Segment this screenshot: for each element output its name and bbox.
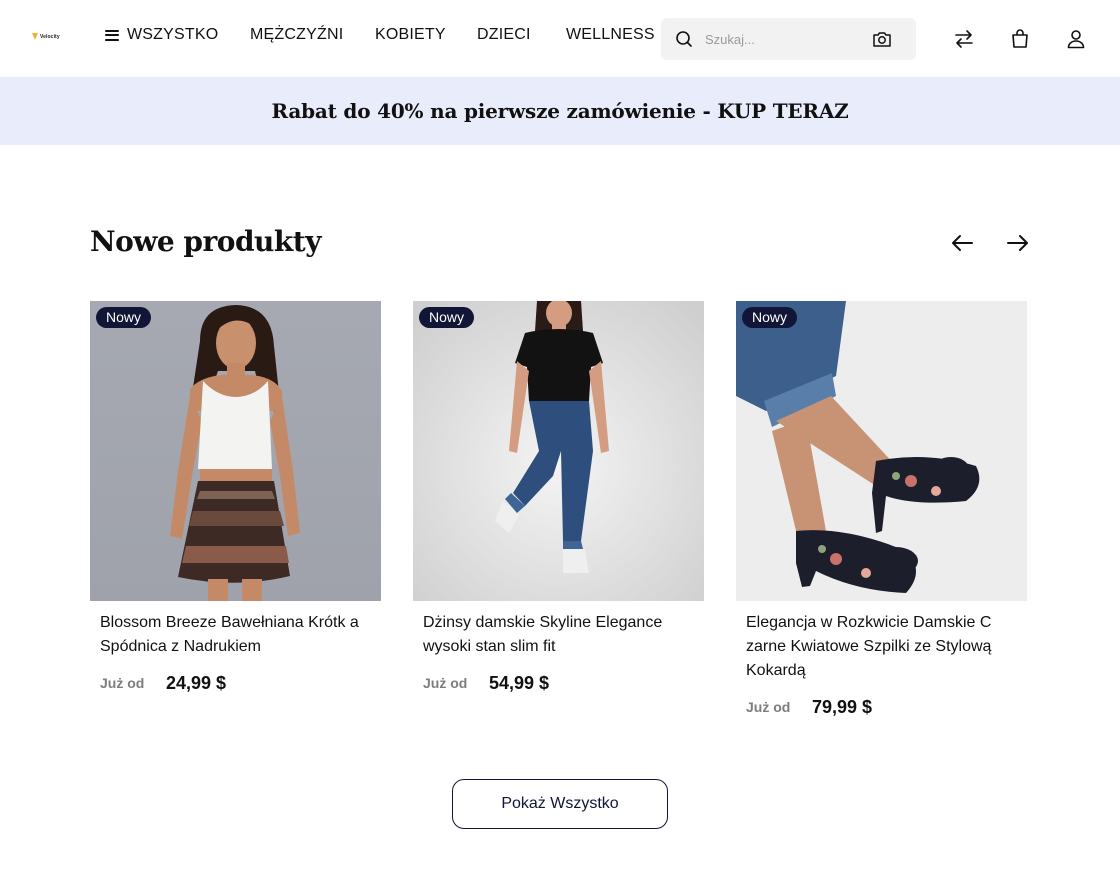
product-name[interactable]: Blossom Breeze Bawełniana Krótk a Spódni… [100,611,380,659]
price-prefix: Już od [423,675,468,691]
product-image[interactable]: Nowy [736,301,1027,601]
nav-label: WSZYSTKO [127,26,219,43]
logo[interactable]: Velocity [32,33,60,40]
user-icon[interactable] [1064,27,1088,51]
search-icon[interactable] [675,30,693,48]
product-photo-skirt [90,301,381,601]
shopping-bag-icon[interactable] [1008,27,1032,51]
product-image[interactable]: Nowy [90,301,381,601]
product-card[interactable]: Nowy Dżinsy damskie Skyline Elegance wys… [413,301,704,693]
promo-text: Rabat do 40% na pierwsze zamówienie - KU… [271,99,849,123]
product-name[interactable]: Elegancja w Rozkwicie Damskie C zarne Kw… [746,611,1026,683]
compare-icon[interactable] [952,27,976,51]
product-price: 79,99 $ [812,697,873,717]
product-photo-jeans [413,301,704,601]
logo-text: Velocity [40,33,60,40]
nav-item-all[interactable]: WSZYSTKO [105,26,218,44]
promo-banner[interactable]: Rabat do 40% na pierwsze zamówienie - KU… [0,77,1120,145]
search-input[interactable] [705,29,855,49]
product-name[interactable]: Dżinsy damskie Skyline Elegance wysoki s… [423,611,703,659]
arrow-left-icon[interactable] [949,230,975,256]
price-prefix: Już od [746,699,791,715]
new-badge: Nowy [96,307,152,328]
new-badge: Nowy [742,307,798,328]
arrow-right-icon[interactable] [1005,230,1031,256]
product-price: 54,99 $ [489,673,550,693]
logo-mark-icon [32,33,38,40]
product-card[interactable]: Nowy Elegancja w Rozkwicie Damskie C zar… [736,301,1027,717]
price-prefix: Już od [100,675,145,691]
product-card[interactable]: Nowy Blossom Breeze Bawełniana Krótk a S… [90,301,381,693]
new-badge: Nowy [419,307,475,328]
section-title: Nowe produkty [90,225,321,258]
product-price: 24,99 $ [166,673,227,693]
nav-item-men[interactable]: MĘŻCZYŹNI [250,26,343,44]
search-bar [661,18,916,60]
product-image[interactable]: Nowy [413,301,704,601]
nav-item-wellness[interactable]: WELLNESS [566,26,655,44]
nav-item-kids[interactable]: DZIECI [477,26,531,44]
site-header: Velocity WSZYSTKO MĘŻCZYŹNI KOBIETY DZIE… [0,0,1120,77]
nav-item-women[interactable]: KOBIETY [375,26,446,44]
product-photo-heels [736,301,1027,601]
camera-icon[interactable] [872,30,892,48]
menu-icon [105,29,119,41]
show-all-button[interactable]: Pokaż Wszystko [452,779,668,829]
